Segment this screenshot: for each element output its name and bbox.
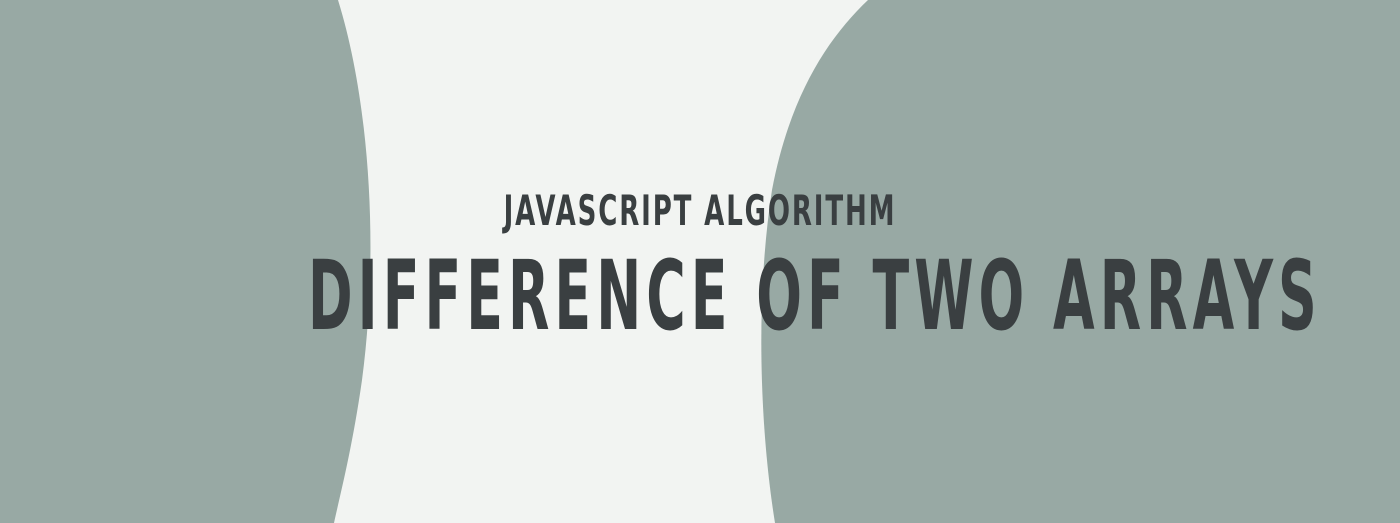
banner: JAVASCRIPT ALGORITHM DIFFERENCE OF TWO A… (0, 0, 1400, 523)
headline-text: DIFFERENCE OF TWO ARRAYS (308, 240, 1322, 352)
title-block: JAVASCRIPT ALGORITHM DIFFERENCE OF TWO A… (0, 0, 1400, 523)
kicker-text: JAVASCRIPT ALGORITHM (503, 186, 897, 235)
